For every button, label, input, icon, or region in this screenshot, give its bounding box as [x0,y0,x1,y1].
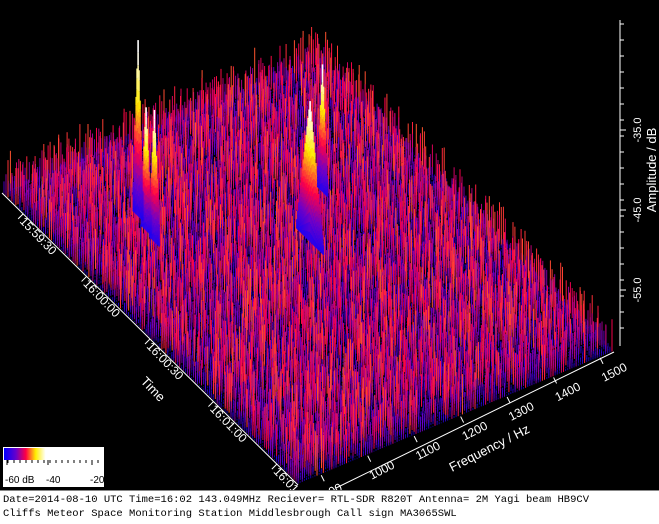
spectrum-waterfall-window: -35.0 -45.0 -55.0 15:59:30 16:00:00 16:00:30… [0,0,659,524]
waterfall-plot: -35.0-45.0-55.0 15:59:3016:00:0016:00:30… [0,0,659,490]
